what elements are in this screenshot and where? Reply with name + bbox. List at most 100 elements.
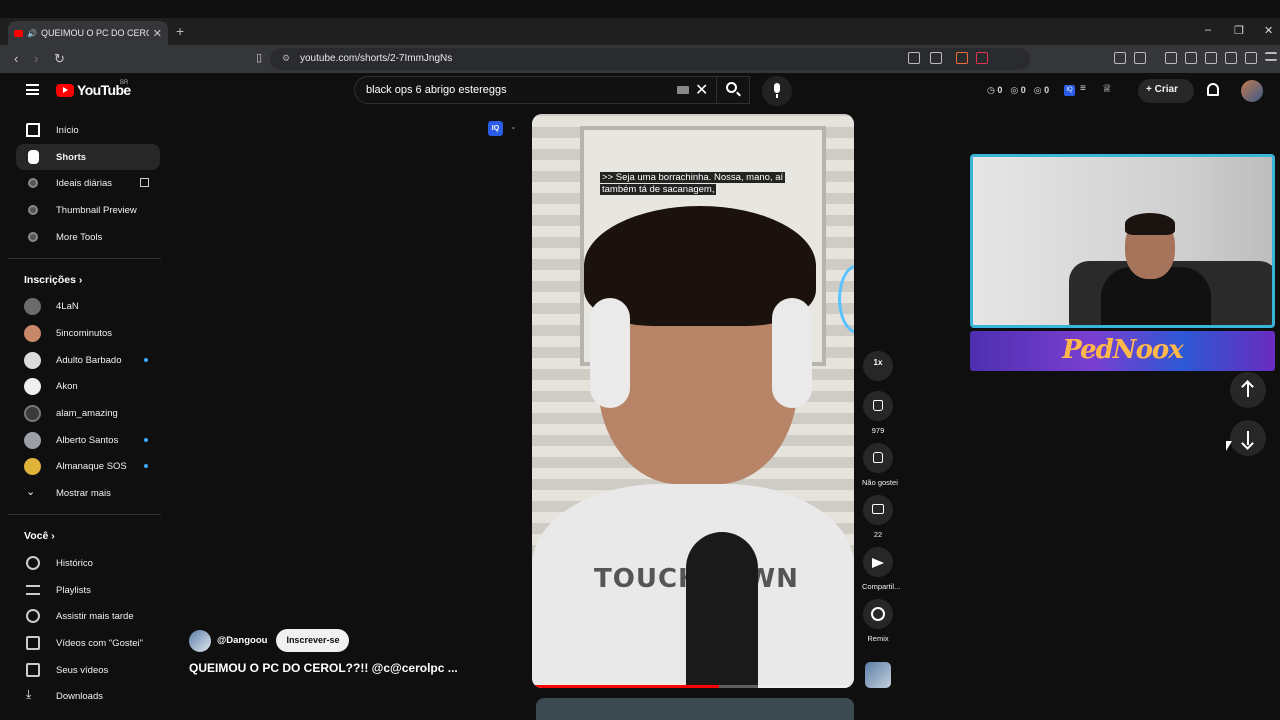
sidebar-item-playlists[interactable]: Playlists (16, 577, 160, 603)
sidebar-item-label: More Tools (56, 231, 103, 243)
vpn-icon[interactable] (1245, 52, 1257, 64)
arrow-up-icon (1247, 383, 1249, 397)
forward-icon[interactable]: › (34, 51, 38, 66)
share-page-icon[interactable] (930, 52, 942, 64)
new-tab-icon[interactable]: + (176, 23, 184, 39)
comments-action[interactable]: 22 (862, 495, 894, 539)
share-action[interactable]: Compartil... (862, 547, 900, 591)
channel-avatar (24, 325, 41, 342)
clear-search-icon[interactable]: ✕ (695, 80, 708, 100)
sidebar-item-liked-videos[interactable]: Vídeos com "Gostei" (16, 630, 160, 656)
voice-search-button[interactable] (762, 76, 792, 106)
like-button[interactable] (863, 391, 893, 421)
you-header[interactable]: Você › (24, 530, 55, 542)
restore-icon[interactable]: ❐ (1234, 24, 1244, 37)
video-progress-bar[interactable] (532, 685, 854, 688)
sidebar-item-shorts[interactable]: Shorts (16, 144, 160, 170)
sidebar-item-home[interactable]: Início (16, 117, 160, 143)
hamburger-menu-icon[interactable] (26, 84, 39, 95)
channel-name[interactable]: @Dangoou (217, 635, 267, 646)
close-tab-icon[interactable]: ✕ (153, 27, 162, 40)
minimize-icon[interactable]: – (1205, 24, 1211, 36)
like-action[interactable]: 979 (862, 391, 894, 435)
bookmark-icon[interactable]: ▯ (256, 51, 262, 64)
share-button[interactable] (863, 547, 893, 577)
channel-avatar[interactable] (189, 629, 211, 652)
arrow-down-icon (1247, 431, 1249, 445)
dislike-button[interactable] (863, 443, 893, 473)
sidebar-item-thumbnail-preview[interactable]: Thumbnail Preview (16, 197, 160, 223)
shorts-video-player[interactable]: TOUCHDOWN >> Seja uma borrachinha. Nossa… (532, 114, 854, 688)
thumbs-up-icon (873, 400, 883, 411)
speed-button[interactable]: 1x (863, 351, 893, 381)
video-headphone-right (772, 298, 812, 408)
sidebar-item-your-videos[interactable]: Seus vídeos (16, 657, 160, 683)
sidebar-item-5incominutos[interactable]: 5incominutos (16, 320, 160, 346)
wallet-icon[interactable] (1134, 52, 1146, 64)
sidebar-item-alam-amazing[interactable]: alam_amazing (16, 400, 160, 426)
music-icon[interactable] (1165, 52, 1177, 64)
sidebar-item-downloads[interactable]: ⤓ Downloads (16, 683, 160, 709)
install-app-icon[interactable] (908, 52, 920, 64)
subtitle-line: também tá de sacanagem, (600, 184, 717, 195)
wallet2-icon[interactable] (1205, 52, 1217, 64)
subscribe-button[interactable]: Inscrever-se (276, 629, 350, 652)
iq-extension-icon[interactable]: IQ (1064, 85, 1075, 96)
next-short-preview[interactable] (536, 698, 854, 720)
menu-icon[interactable] (1265, 52, 1277, 61)
sidebar-item-4lan[interactable]: 4LaN (16, 293, 160, 319)
extensions-icon[interactable] (1114, 52, 1126, 64)
create-button[interactable]: + Criar (1138, 79, 1194, 103)
channel-avatar (24, 352, 41, 369)
brave-shield-icon[interactable] (956, 52, 968, 64)
remix-button[interactable] (863, 599, 893, 629)
sidebar-icon[interactable] (1185, 52, 1197, 64)
sidebar-item-adulto-barbado[interactable]: Adulto Barbado (16, 347, 160, 373)
search-input[interactable]: black ops 6 abrigo estereggs ✕ (354, 76, 750, 104)
sidebar-item-history[interactable]: Histórico (16, 550, 160, 576)
downloads-icon: ⤓ (26, 687, 32, 701)
youtube-logo[interactable]: YouTube BR (56, 80, 131, 98)
subscriptions-header[interactable]: Inscrições › (24, 274, 82, 286)
comments-button[interactable] (863, 495, 893, 525)
search-button[interactable] (716, 76, 750, 104)
sidebar-item-watch-later[interactable]: Assistir mais tarde (16, 603, 160, 629)
trophy-icon[interactable]: ♕ (1102, 82, 1112, 95)
close-window-icon[interactable]: ✕ (1264, 24, 1273, 37)
extension-icon (28, 232, 38, 242)
notifications-icon[interactable] (1207, 83, 1219, 96)
brave-rewards-icon[interactable] (976, 52, 988, 64)
remix-label: Remix (867, 634, 889, 643)
sidebar-item-ideais-diarias[interactable]: Ideais diárias (16, 170, 160, 196)
search-icon (726, 82, 737, 93)
leo-icon[interactable] (1225, 52, 1237, 64)
keyboard-icon[interactable] (677, 86, 689, 94)
extension-stats: ◷ 0 ◎ 0 ◎ 0 (987, 85, 1049, 96)
chevron-down-icon[interactable]: ⌄ (510, 122, 517, 131)
sidebar-item-akon[interactable]: Akon (16, 373, 160, 399)
playlists-icon (26, 585, 40, 595)
streamer-banner: PedNoox (970, 331, 1275, 371)
sidebar-item-almanaque-sos[interactable]: Almanaque SOS (16, 453, 160, 479)
reload-icon[interactable]: ↻ (54, 51, 65, 67)
next-short-button[interactable] (1230, 420, 1266, 456)
sidebar-item-label: 4LaN (56, 300, 79, 312)
sidebar-item-more-tools[interactable]: More Tools (16, 224, 160, 250)
sound-thumbnail[interactable] (865, 662, 891, 688)
sidebar-item-alberto-santos[interactable]: Alberto Santos (16, 427, 160, 453)
show-more-button[interactable]: ⌄ Mostrar mais (16, 480, 160, 506)
short-title[interactable]: QUEIMOU O PC DO CEROL??!! @c@cerolpc ... (189, 661, 458, 675)
previous-short-button[interactable] (1230, 372, 1266, 408)
account-avatar[interactable] (1241, 80, 1263, 102)
browser-tab[interactable]: 🔊 QUEIMOU O PC DO CEROL??!! ... ✕ (8, 21, 168, 45)
site-info-icon[interactable]: ⚙ (282, 53, 290, 64)
speed-control[interactable]: 1x (862, 351, 894, 381)
remix-action[interactable]: Remix (862, 599, 894, 643)
filter-icon[interactable]: ≡ (1080, 83, 1086, 94)
webcam-overlay (970, 154, 1275, 328)
dislike-action[interactable]: Não gostei (862, 443, 898, 487)
audio-icon[interactable]: 🔊 (27, 29, 37, 38)
back-icon[interactable]: ‹ (14, 51, 18, 66)
iq-extension-badge[interactable]: IQ (488, 121, 503, 136)
browser-tab-bar: 🔊 QUEIMOU O PC DO CEROL??!! ... ✕ + – ❐ … (0, 18, 1280, 45)
